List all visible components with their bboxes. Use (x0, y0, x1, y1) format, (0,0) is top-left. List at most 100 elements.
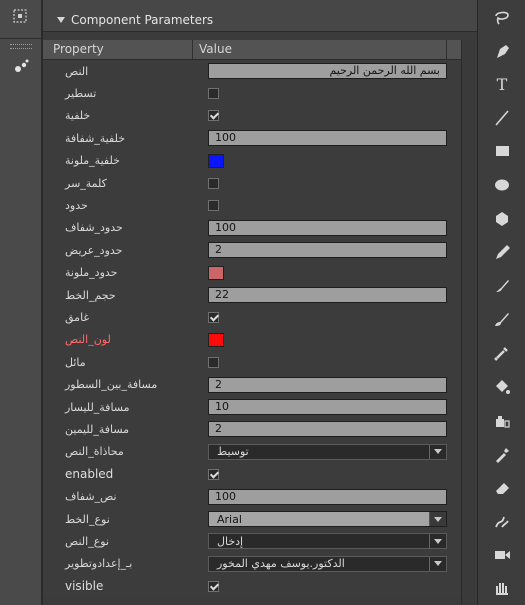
ink-bottle-icon[interactable] (486, 405, 518, 435)
parameter-label: حدود (65, 199, 88, 213)
parameter-checkbox[interactable] (208, 177, 219, 189)
parameter-label: حجم_الخط (65, 288, 116, 302)
pen-icon[interactable] (486, 36, 518, 66)
parameter-text-field[interactable]: 2 (208, 242, 447, 259)
parameter-row: خلفية_ملونة (43, 150, 461, 172)
parameter-value-cell: 2 (193, 421, 461, 438)
parameter-label: تسطير (65, 87, 97, 101)
parameter-checkbox[interactable] (208, 88, 219, 100)
polystar-icon[interactable] (486, 204, 518, 234)
parameter-row: نص_شفاف 100 (43, 485, 461, 507)
parameter-label: خلفية_ملونة (65, 154, 120, 168)
parameter-value-cell (193, 332, 461, 347)
parameter-checkbox[interactable] (208, 200, 219, 212)
parameter-dropdown[interactable]: الدكتور.يوسف مهدي المخور (208, 555, 447, 572)
deco-icon[interactable] (486, 506, 518, 536)
parameter-value-cell: 100 (193, 219, 461, 236)
parameter-value-cell: 2 (193, 242, 461, 259)
parameter-dropdown[interactable]: Arial (208, 511, 447, 527)
parameter-dropdown[interactable]: توسيط (208, 443, 447, 460)
parameter-text-field[interactable]: 2 (208, 421, 447, 438)
hand-icon[interactable] (486, 573, 518, 603)
parameter-value-cell: بسم الله الرحمن الرحيم (193, 63, 461, 80)
line-icon[interactable] (486, 103, 518, 133)
parameter-row: خلفية_شفافة 100 (43, 127, 461, 149)
panel-title-bar[interactable]: Component Parameters (43, 0, 477, 32)
parameter-row: enabled (43, 463, 461, 485)
chevron-down-icon[interactable] (429, 444, 446, 459)
parameter-text-field[interactable]: 10 (208, 399, 447, 416)
parameter-text-field[interactable]: 100 (208, 488, 447, 505)
property-column-header[interactable]: Property (43, 40, 193, 59)
parameter-row: مسافة_بين_السطور 2 (43, 373, 461, 395)
parameter-value-cell: 2 (193, 376, 461, 393)
grid-box-icon[interactable] (12, 8, 28, 24)
parameter-text-field[interactable]: 100 (208, 219, 447, 236)
parameter-text-field[interactable]: بسم الله الرحمن الرحيم (208, 63, 447, 80)
parameter-text-field[interactable]: 2 (208, 376, 447, 393)
camera-icon[interactable] (486, 540, 518, 570)
brush-icon[interactable] (486, 271, 518, 301)
parameter-row: محاذاة_النص توسيط (43, 441, 461, 463)
value-column-header[interactable]: Value (193, 40, 447, 59)
parameter-label: enabled (65, 467, 114, 482)
left-dock (0, 0, 42, 605)
parameter-label: حدود_عريض (65, 243, 123, 257)
paint-brush-icon[interactable] (486, 304, 518, 334)
color-swatch[interactable] (208, 153, 224, 168)
parameter-label: مسافة_بين_السطور (65, 378, 158, 392)
color-swatch[interactable] (208, 332, 224, 347)
parameter-row: مسافة_لليمين 2 (43, 418, 461, 440)
parameter-label: نوع_الخط (65, 512, 110, 526)
color-swatch[interactable] (208, 265, 224, 280)
parameter-value-cell (193, 153, 461, 168)
parameter-checkbox[interactable] (208, 468, 219, 480)
pencil-icon[interactable] (486, 237, 518, 267)
parameter-value-cell (193, 580, 461, 592)
parameter-row: حدود_شفاف 100 (43, 217, 461, 239)
collapse-triangle-icon[interactable] (57, 17, 65, 23)
parameter-value-cell: Arial (193, 511, 461, 527)
parameter-checkbox[interactable] (208, 356, 219, 368)
parameter-row: حجم_الخط 22 (43, 284, 461, 306)
bone-icon[interactable] (486, 338, 518, 368)
parameter-checkbox[interactable] (208, 110, 219, 122)
chevron-down-icon[interactable] (429, 512, 446, 526)
parameter-row: حدود (43, 194, 461, 216)
vertical-scrollbar[interactable] (461, 40, 477, 605)
parameter-label: مسافة_لليمين (65, 422, 130, 436)
parameter-row: لون_النص (43, 329, 461, 351)
parameter-text-field[interactable]: 100 (208, 130, 447, 147)
parameter-row: كلمة_سر (43, 172, 461, 194)
dropdown-value: الدكتور.يوسف مهدي المخور (217, 557, 345, 571)
parameter-label: حدود_شفاف (65, 221, 123, 235)
parameter-row: مسافة_لليسار 10 (43, 396, 461, 418)
grip-handle-icon[interactable] (10, 44, 32, 49)
oval-icon[interactable] (486, 170, 518, 200)
parameter-text-field[interactable]: 22 (208, 287, 447, 304)
parameter-checkbox[interactable] (208, 311, 219, 323)
parameter-row: نوع_النص إدخال (43, 530, 461, 552)
parameter-value-cell (193, 356, 461, 368)
eraser-icon[interactable] (486, 472, 518, 502)
parameter-row: visible (43, 575, 461, 597)
parameter-value-cell: 10 (193, 399, 461, 416)
parameters-table: Property Value النص بسم الله الرحمن الرحي… (43, 40, 461, 598)
drops-icon[interactable] (13, 57, 31, 75)
parameter-row: حدود_عريض 2 (43, 239, 461, 261)
dropdown-value: توسيط (217, 445, 249, 459)
chevron-down-icon[interactable] (429, 534, 446, 549)
parameter-dropdown[interactable]: إدخال (208, 533, 447, 550)
paint-bucket-icon[interactable] (486, 372, 518, 402)
parameter-checkbox[interactable] (208, 580, 219, 592)
parameter-value-cell: 100 (193, 488, 461, 505)
text-icon[interactable]: T (486, 69, 518, 99)
lasso-icon[interactable] (486, 2, 518, 32)
parameter-row: حدود_ملونة (43, 262, 461, 284)
rectangle-icon[interactable] (486, 136, 518, 166)
eyedropper-icon[interactable] (486, 439, 518, 469)
tools-panel: T (477, 0, 525, 605)
parameter-value-cell (193, 265, 461, 280)
chevron-down-icon[interactable] (429, 556, 446, 571)
panel-title: Component Parameters (71, 13, 214, 27)
